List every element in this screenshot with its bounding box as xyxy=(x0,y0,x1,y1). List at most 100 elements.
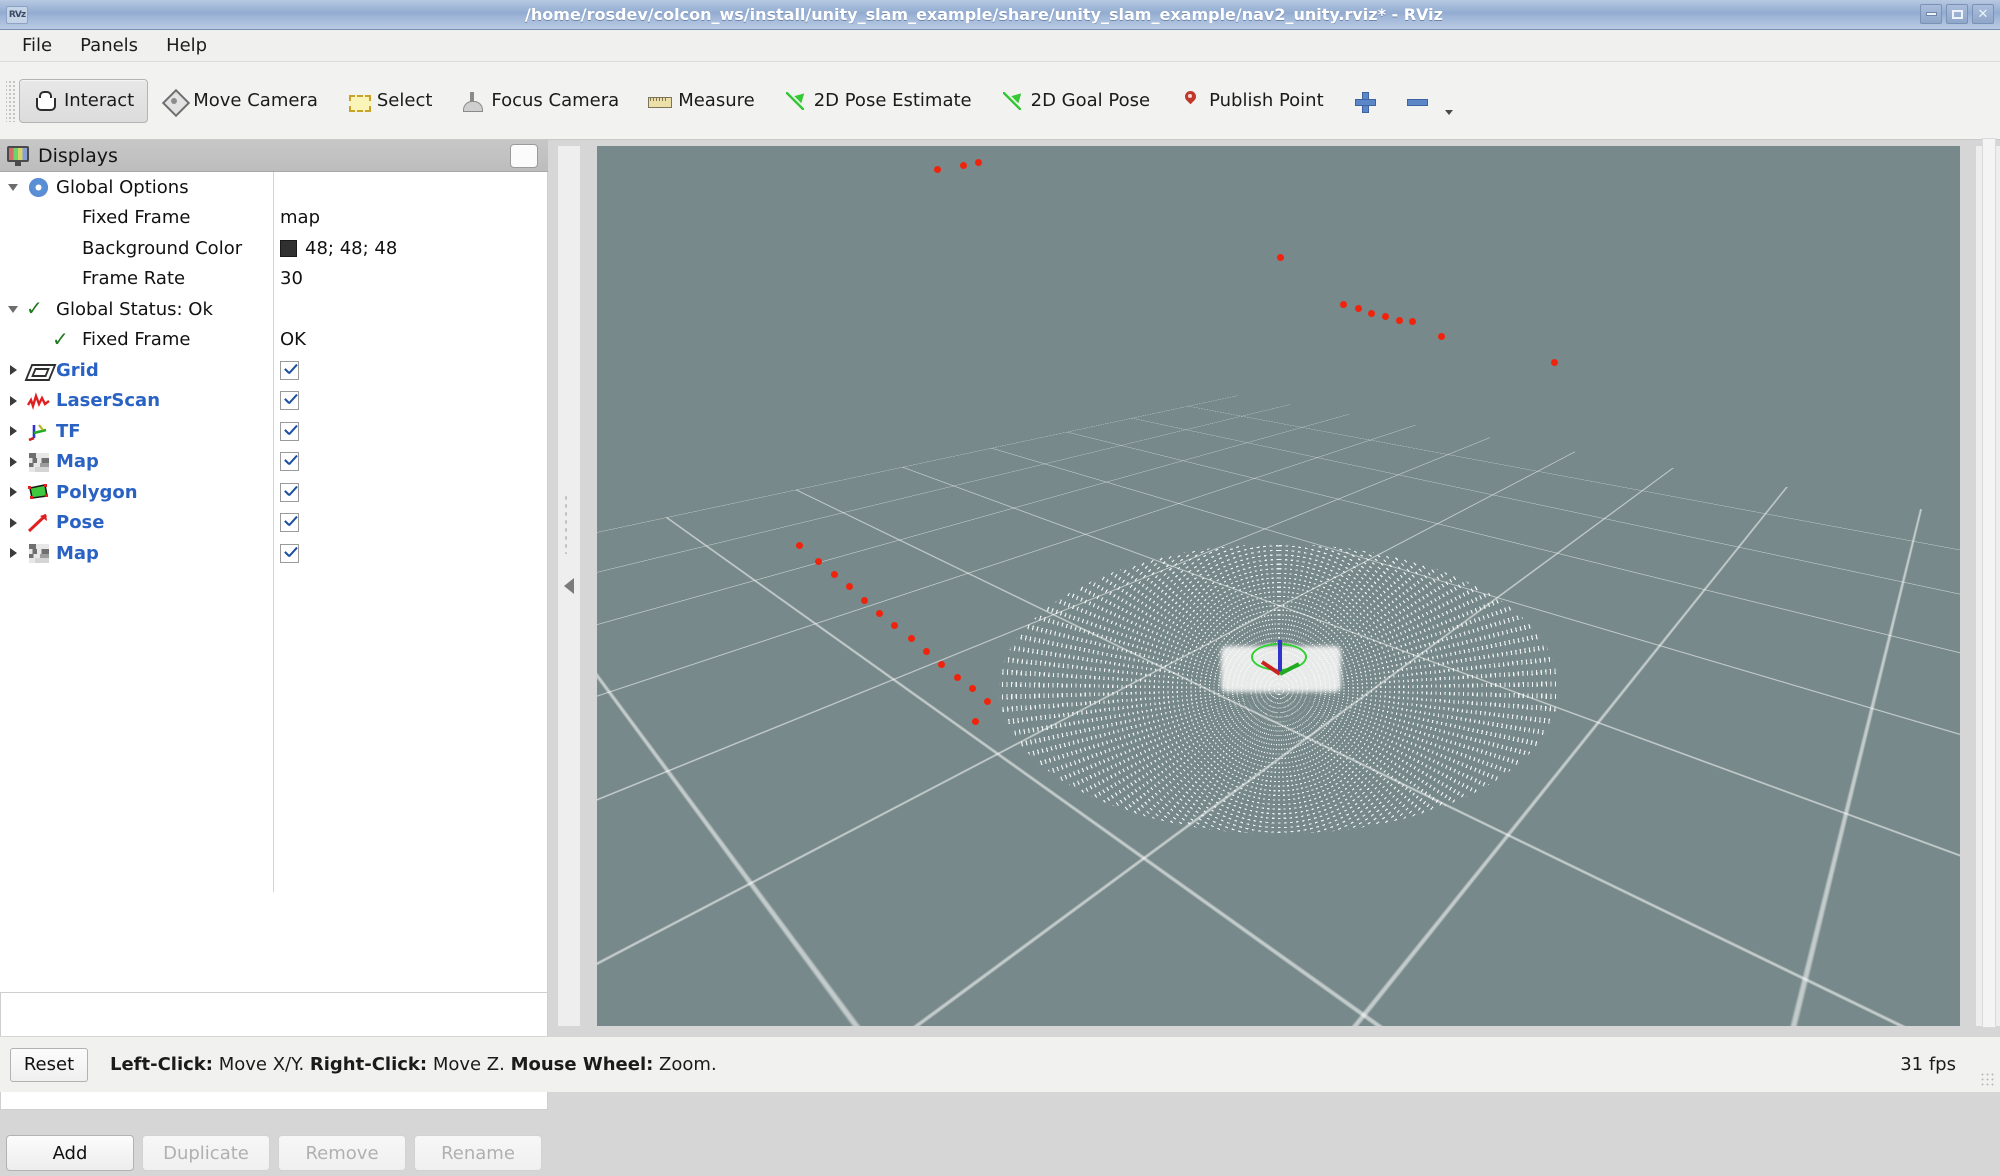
chevron-right-icon[interactable] xyxy=(0,386,26,416)
tool-move-camera[interactable]: Move Camera xyxy=(148,79,332,123)
laserscan-point xyxy=(815,558,822,565)
enable-checkbox[interactable] xyxy=(280,391,299,410)
menu-file-label: File xyxy=(22,35,52,56)
tool-2d-pose-estimate[interactable]: 2D Pose Estimate xyxy=(769,79,986,123)
displays-panel-title: Displays xyxy=(38,145,118,167)
gear-icon xyxy=(26,176,52,198)
hint-key: Left-Click: xyxy=(110,1054,213,1075)
tool-interact[interactable]: Interact xyxy=(19,79,148,123)
no-icon xyxy=(52,237,78,259)
chevron-right-icon[interactable] xyxy=(0,538,26,568)
reset-button[interactable]: Reset xyxy=(10,1048,88,1082)
tree-row-value[interactable] xyxy=(280,544,299,563)
tree-row-value[interactable] xyxy=(280,391,299,410)
toolbar-drag-handle[interactable] xyxy=(6,80,16,122)
hint-key: Right-Click: xyxy=(310,1054,427,1075)
tool-publish-point[interactable]: Publish Point xyxy=(1164,79,1338,123)
displays-panel-menu-button[interactable] xyxy=(510,144,538,168)
tree-row-value[interactable] xyxy=(280,513,299,532)
tree-row-label: LaserScan xyxy=(56,390,160,411)
maximize-button[interactable] xyxy=(1946,4,1968,24)
tree-row-value[interactable]: 30 xyxy=(280,268,303,289)
chevron-right-icon[interactable] xyxy=(0,355,26,385)
tool-measure-label: Measure xyxy=(678,90,755,111)
tool-2d-goal-pose[interactable]: 2D Goal Pose xyxy=(986,79,1164,123)
enable-checkbox[interactable] xyxy=(280,361,299,380)
tool-focus-camera[interactable]: Focus Camera xyxy=(446,79,633,123)
tree-row-value[interactable] xyxy=(280,452,299,471)
window-resize-grip[interactable] xyxy=(1980,1072,1996,1088)
laserscan-point xyxy=(934,166,941,173)
add-button[interactable]: Add xyxy=(6,1135,134,1171)
chevron-right-icon[interactable] xyxy=(0,508,26,538)
plus-icon xyxy=(1352,89,1376,113)
tree-row[interactable]: LaserScan xyxy=(0,386,547,417)
splitter-grip xyxy=(564,494,568,554)
enable-checkbox[interactable] xyxy=(280,544,299,563)
tree-row-value[interactable]: 48; 48; 48 xyxy=(280,238,397,259)
menu-panels[interactable]: Panels xyxy=(68,31,150,60)
menu-help[interactable]: Help xyxy=(154,31,219,60)
tree-row-value[interactable] xyxy=(280,422,299,441)
tree-row-value[interactable] xyxy=(280,483,299,502)
laserscan-pointcloud xyxy=(999,544,1559,834)
tree-row[interactable]: Polygon xyxy=(0,477,547,508)
laserscan-point xyxy=(796,542,803,549)
tree-row-value[interactable]: map xyxy=(280,207,320,228)
tree-row[interactable]: ✓Global Status: Ok xyxy=(0,294,547,325)
tree-row[interactable]: Pose xyxy=(0,508,547,539)
close-button[interactable]: ✕ xyxy=(1972,4,1994,24)
hint-text: Move X/Y. xyxy=(213,1054,310,1075)
render-viewport-3d[interactable] xyxy=(597,146,1960,1026)
minus-icon xyxy=(1404,89,1428,113)
menu-panels-label: Panels xyxy=(80,35,138,56)
chevron-right-icon[interactable] xyxy=(0,477,26,507)
tree-row[interactable]: Map xyxy=(0,447,547,478)
tree-row[interactable]: Background Color 48; 48; 48 xyxy=(0,233,547,264)
chevron-down-icon[interactable] xyxy=(0,172,26,202)
color-swatch[interactable] xyxy=(280,240,297,257)
tree-row-label: Fixed Frame xyxy=(82,207,190,228)
laserscan-point xyxy=(960,162,967,169)
tree-row[interactable]: Global Options xyxy=(0,172,547,203)
hint-key: Mouse Wheel: xyxy=(511,1054,654,1075)
tree-row-label: Background Color xyxy=(82,238,242,259)
toolbar-overflow-button[interactable] xyxy=(1442,81,1456,121)
remove-button[interactable]: Remove xyxy=(278,1135,406,1171)
tool-measure[interactable]: Measure xyxy=(633,79,769,123)
menubar: File Panels Help xyxy=(0,30,2000,62)
tree-row[interactable]: ✓Fixed FrameOK xyxy=(0,325,547,356)
check-icon: ✓ xyxy=(52,329,78,351)
tree-row-value[interactable] xyxy=(280,361,299,380)
tool-add[interactable] xyxy=(1338,79,1390,123)
displays-tree[interactable]: Global Options Fixed Frame map Background C… xyxy=(0,172,548,992)
enable-checkbox[interactable] xyxy=(280,422,299,441)
minimize-button[interactable] xyxy=(1920,4,1942,24)
tool-remove[interactable] xyxy=(1390,79,1442,123)
tree-row[interactable]: Fixed Frame map xyxy=(0,203,547,234)
tree-row-value[interactable]: OK xyxy=(280,329,306,350)
duplicate-button[interactable]: Duplicate xyxy=(142,1135,270,1171)
twisty-placeholder xyxy=(0,203,26,233)
chevron-down-icon[interactable] xyxy=(0,294,26,324)
enable-checkbox[interactable] xyxy=(280,452,299,471)
tree-row[interactable]: Frame Rate30 xyxy=(0,264,547,295)
rename-button[interactable]: Rename xyxy=(414,1135,542,1171)
tree-row-label: TF xyxy=(56,421,81,442)
laserscan-point xyxy=(1551,359,1558,366)
chevron-right-icon[interactable] xyxy=(0,416,26,446)
tree-row[interactable]: TF xyxy=(0,416,547,447)
window-scrollbar[interactable] xyxy=(1982,138,1996,1028)
laserscan-point xyxy=(1396,317,1403,324)
app-icon: RVz xyxy=(6,6,28,24)
tree-row[interactable]: Grid xyxy=(0,355,547,386)
left-splitter-collapse-handle[interactable] xyxy=(558,146,580,1026)
enable-checkbox[interactable] xyxy=(280,513,299,532)
enable-checkbox[interactable] xyxy=(280,483,299,502)
chevron-right-icon[interactable] xyxy=(0,447,26,477)
tree-row[interactable]: Map xyxy=(0,538,547,569)
tree-row-label: Global Options xyxy=(56,177,189,198)
tf-axes-marker xyxy=(1249,616,1311,680)
menu-file[interactable]: File xyxy=(10,31,64,60)
tool-select[interactable]: Select xyxy=(332,79,447,123)
